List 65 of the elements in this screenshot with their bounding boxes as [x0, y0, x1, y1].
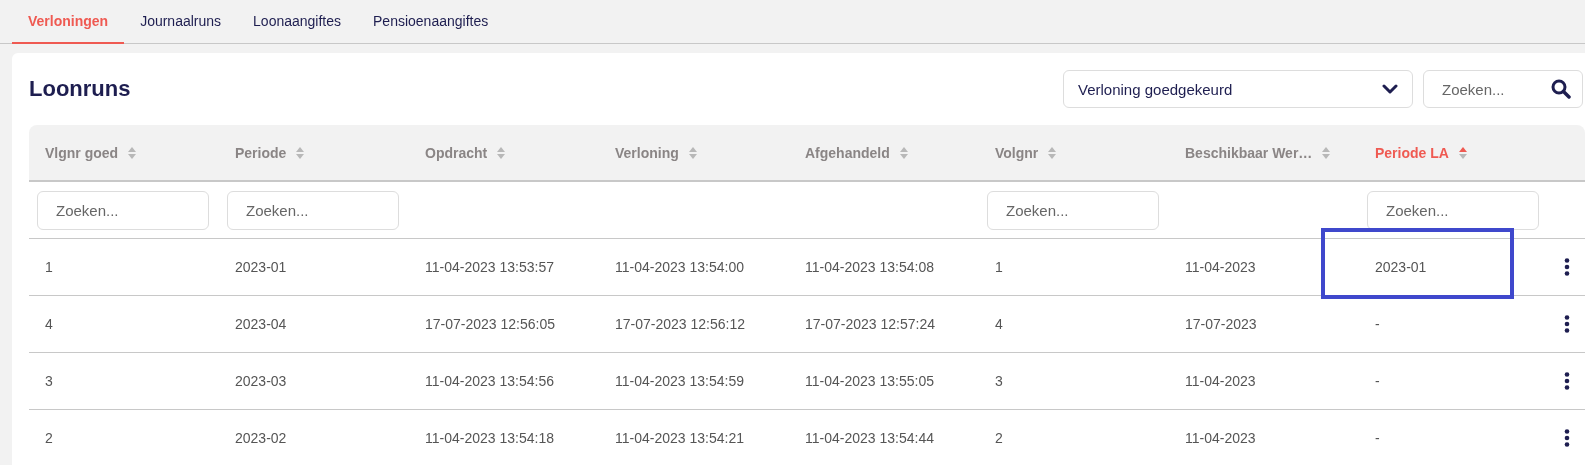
table-cell: 2 — [995, 430, 1003, 446]
filter-field[interactable]: Zoeken... — [987, 190, 1159, 230]
table-cell: 2023-03 — [235, 373, 287, 389]
table-cell: 11-04-2023 — [1185, 373, 1256, 389]
table-cell: 11-04-2023 13:54:08 — [805, 259, 934, 275]
filter-field[interactable]: Zoeken... — [227, 190, 399, 230]
column-header[interactable]: Vlgnr goed — [45, 144, 119, 161]
column-header[interactable]: Periode — [235, 144, 287, 161]
chevron-down-icon — [1382, 84, 1398, 94]
table-cell: 2023-01 — [1375, 259, 1427, 275]
table-cell: 11-04-2023 13:54:00 — [615, 259, 744, 275]
table-cell: 11-04-2023 — [1185, 259, 1256, 275]
sort-icon[interactable] — [1048, 146, 1057, 159]
table-cell: 17-07-2023 12:57:24 — [805, 316, 935, 332]
tab[interactable]: Journaalruns — [124, 0, 238, 44]
sort-icon[interactable] — [688, 146, 697, 159]
table-cell: 11-04-2023 13:54:44 — [805, 430, 934, 446]
filter-field[interactable]: Zoeken... — [1367, 190, 1539, 230]
table-cell: 11-04-2023 13:53:57 — [425, 259, 554, 275]
table-cell: - — [1375, 430, 1380, 446]
table-cell: 11-04-2023 13:55:05 — [805, 373, 934, 389]
sort-icon[interactable] — [899, 146, 908, 159]
table-cell: 2023-01 — [235, 259, 287, 275]
table-cell: 2023-04 — [235, 316, 287, 332]
table-cell: 11-04-2023 13:54:18 — [425, 430, 554, 446]
more-options-icon[interactable] — [1564, 429, 1570, 447]
more-options-icon[interactable] — [1564, 372, 1570, 390]
table-cell: 11-04-2023 13:54:56 — [425, 373, 554, 389]
table-cell: 17-07-2023 — [1185, 316, 1257, 332]
sort-icon[interactable] — [1322, 146, 1331, 159]
column-header[interactable]: Opdracht — [425, 144, 488, 161]
search-icon[interactable] — [1551, 79, 1571, 99]
more-options-icon[interactable] — [1564, 315, 1570, 333]
tab[interactable]: Pensioenaangiftes — [357, 0, 505, 44]
table-cell: 4 — [45, 316, 53, 332]
tab[interactable]: Verloningen — [12, 0, 125, 44]
filter-field[interactable]: Zoeken... — [37, 190, 209, 230]
table-cell: - — [1375, 373, 1380, 389]
column-header[interactable]: Beschikbaar Wer… — [1185, 144, 1313, 161]
search-field[interactable]: Zoeken... — [1423, 70, 1583, 108]
status-dropdown[interactable]: Verloning goedgekeurd — [1063, 70, 1413, 108]
table-cell: 17-07-2023 12:56:05 — [425, 316, 555, 332]
table-cell: 11-04-2023 — [1185, 430, 1256, 446]
column-header[interactable]: Periode LA — [1375, 144, 1449, 161]
table-cell: 1 — [45, 259, 53, 275]
tab[interactable]: Loonaangiftes — [237, 0, 358, 44]
table-cell: 4 — [995, 316, 1003, 332]
table-cell: 11-04-2023 13:54:21 — [615, 430, 744, 446]
page-title: Loonruns — [29, 76, 132, 102]
table-cell: 1 — [995, 259, 1003, 275]
table-cell: 2023-02 — [235, 430, 287, 446]
sort-icon[interactable] — [296, 146, 305, 159]
more-options-icon[interactable] — [1564, 258, 1570, 276]
column-header[interactable]: Verloning — [615, 144, 679, 161]
table-cell: 3 — [45, 373, 53, 389]
sort-icon[interactable] — [1458, 146, 1467, 159]
column-header[interactable]: Volgnr — [995, 144, 1039, 161]
sort-icon[interactable] — [128, 146, 137, 159]
column-header[interactable]: Afgehandeld — [805, 144, 890, 161]
table-cell: 2 — [45, 430, 53, 446]
table-cell: 3 — [995, 373, 1003, 389]
table-cell: 17-07-2023 12:56:12 — [615, 316, 745, 332]
table-cell: 11-04-2023 13:54:59 — [615, 373, 744, 389]
table-cell: - — [1375, 316, 1380, 332]
sort-icon[interactable] — [497, 146, 506, 159]
